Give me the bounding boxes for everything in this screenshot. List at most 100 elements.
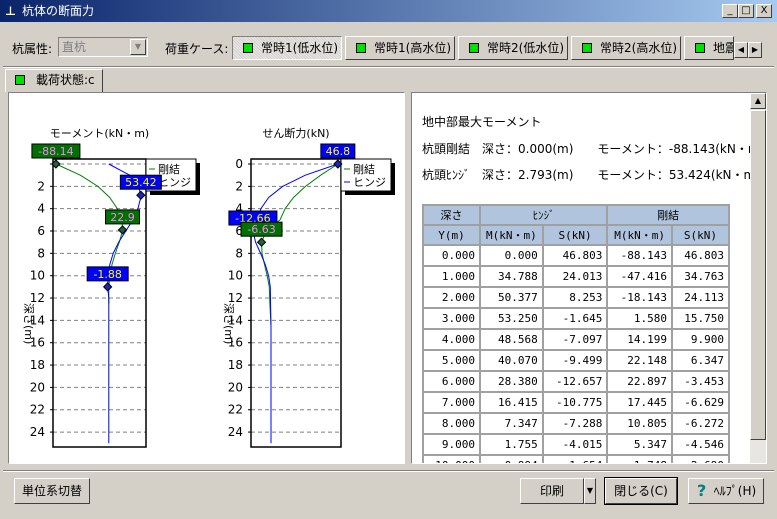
pile-attr-value: 直杭 [62, 40, 87, 54]
table-cell: 17.445 [606, 391, 673, 414]
table-cell: -6.629 [670, 391, 731, 414]
table-cell: -12.657 [541, 370, 609, 393]
chart-title: モーメント(kN・m) [50, 127, 149, 140]
y-tick-label: 6 [37, 224, 45, 238]
chart-title: せん断力(kN) [262, 126, 329, 140]
y-tick-label: 4 [37, 202, 45, 216]
table-cell: 1.755 [479, 433, 544, 456]
unit-switch-button[interactable]: 単位系切替 [14, 478, 90, 504]
load-case-button[interactable]: 常時2(低水位) [458, 36, 568, 60]
group-header-depth: 深さ [421, 204, 482, 226]
summary-hinge: 杭頭ﾋﾝｼﾞ 深さ：2.793(m) モーメント：53.424(kN・m) [422, 168, 760, 182]
group-header-rigid: 剛結 [606, 204, 730, 226]
maximize-button[interactable]: □ [738, 4, 754, 18]
table-cell: 8.253 [541, 286, 609, 309]
scroll-right-button[interactable]: ▶ [748, 42, 762, 58]
table-cell: -0.994 [479, 454, 544, 463]
load-case-label: 地震 [713, 41, 733, 55]
table-cell: -4.015 [541, 433, 609, 456]
table-cell: 24.113 [670, 286, 731, 309]
series-line-hinge [252, 163, 339, 444]
load-case-button[interactable]: 常時2(高水位) [571, 36, 681, 60]
table-cell: -1.645 [541, 307, 609, 330]
y-tick-label: 22 [228, 403, 243, 417]
table-cell: 28.380 [479, 370, 544, 393]
series-line-rigid [261, 163, 339, 326]
table-cell: 4.000 [421, 328, 482, 351]
y-tick-label: 0 [235, 157, 243, 171]
table-cell: 10.000 [421, 454, 482, 463]
close-window-button[interactable]: X [756, 4, 772, 18]
table-cell: 6.000 [421, 370, 482, 393]
close-button[interactable]: 閉じる(C) [604, 477, 678, 505]
y-tick-label: 20 [30, 380, 45, 394]
data-point-marker [136, 190, 146, 200]
y-axis-label: 深さ(m) [22, 303, 35, 344]
table-cell: 5.000 [421, 349, 482, 372]
y-tick-label: 8 [235, 246, 243, 260]
table-cell: 16.415 [479, 391, 544, 414]
help-icon: ? [697, 481, 707, 500]
status-indicator [695, 43, 705, 53]
pile-attr-label: 杭属性: [12, 42, 53, 56]
status-indicator [469, 43, 479, 53]
print-button[interactable]: 印刷 [520, 478, 584, 504]
pile-attr-select[interactable]: 直杭 ▼ [58, 37, 148, 57]
table-cell: -18.143 [606, 286, 673, 309]
vertical-scrollbar[interactable]: ▲ [750, 93, 766, 463]
status-indicator [243, 43, 253, 53]
summary-rigid: 杭頭剛結 深さ：0.000(m) モーメント：-88.143(kN・m) [422, 142, 765, 156]
table-cell: -88.143 [606, 244, 673, 267]
y-tick-label: 2 [37, 179, 45, 193]
table-cell: 0.000 [479, 244, 544, 267]
scroll-left-button[interactable]: ◀ [734, 42, 748, 58]
table-cell: 7.347 [479, 412, 544, 435]
table-cell: -3.453 [670, 370, 731, 393]
y-axis-label: 深さ(m) [222, 303, 235, 344]
table-row: 4.000 48.568 -7.097 14.199 9.900 [421, 328, 731, 351]
table-cell: 53.250 [479, 307, 544, 330]
table-cell: -10.775 [541, 391, 609, 414]
plot-frame [52, 158, 147, 448]
chevron-down-icon[interactable]: ▼ [130, 39, 146, 55]
table-cell: 22.148 [606, 349, 673, 372]
table-row: 8.000 7.347 -7.288 10.805 -6.272 [421, 412, 731, 435]
load-case-button[interactable]: 常時1(低水位) [232, 36, 342, 60]
y-tick-label: 24 [228, 425, 243, 439]
annotation-label: 46.8 [326, 145, 351, 158]
print-dropdown-button[interactable]: ▼ [584, 478, 596, 504]
table-cell: 24.013 [541, 265, 609, 288]
charts-svg: モーメント(kN・m)24681012141618202224深さ(m)剛結ヒン… [22, 126, 395, 448]
table-row: 5.000 40.070 -9.499 22.148 6.347 [421, 349, 731, 372]
column-header: Y(m) [421, 224, 482, 246]
help-button[interactable]: ? ﾍﾙﾌﾟ(H) [688, 478, 764, 504]
scroll-up-button[interactable]: ▲ [750, 93, 766, 109]
table-cell: 6.347 [670, 349, 731, 372]
table-cell: 22.897 [606, 370, 673, 393]
table-row: 9.000 1.755 -4.015 5.347 -4.546 [421, 433, 731, 456]
column-header: M(kN・m) [479, 224, 544, 246]
title-bar: ⊥ 杭体の断面力 [0, 0, 777, 22]
tab-load-state[interactable]: 載荷状態:c [5, 69, 103, 92]
load-case-button[interactable]: 常時1(高水位) [345, 36, 455, 60]
load-case-button[interactable]: 地震 [684, 36, 734, 60]
table-cell: 48.568 [479, 328, 544, 351]
load-case-label: 常時2(低水位) [487, 41, 564, 55]
table-cell: 0.000 [421, 244, 482, 267]
table-row: 2.000 50.377 8.253 -18.143 24.113 [421, 286, 731, 309]
y-tick-label: 18 [228, 358, 243, 372]
window-title: 杭体の断面力 [22, 4, 95, 18]
table-cell: 1.000 [421, 265, 482, 288]
table-cell: -4.546 [670, 433, 731, 456]
y-tick-label: 20 [228, 380, 243, 394]
load-case-label: 荷重ケース: [165, 42, 229, 56]
annotation-label: -1.88 [93, 268, 121, 281]
table-cell: 3.000 [421, 307, 482, 330]
y-tick-label: 10 [228, 269, 243, 283]
annotation-label: 53.42 [125, 176, 157, 189]
scrollbar-thumb[interactable] [750, 110, 766, 440]
table-cell: 46.803 [541, 244, 609, 267]
table-cell: -7.097 [541, 328, 609, 351]
minimize-button[interactable]: _ [722, 4, 738, 18]
results-panel: 地中部最大モーメント 杭頭剛結 深さ：0.000(m) モーメント：-88.14… [411, 92, 767, 464]
